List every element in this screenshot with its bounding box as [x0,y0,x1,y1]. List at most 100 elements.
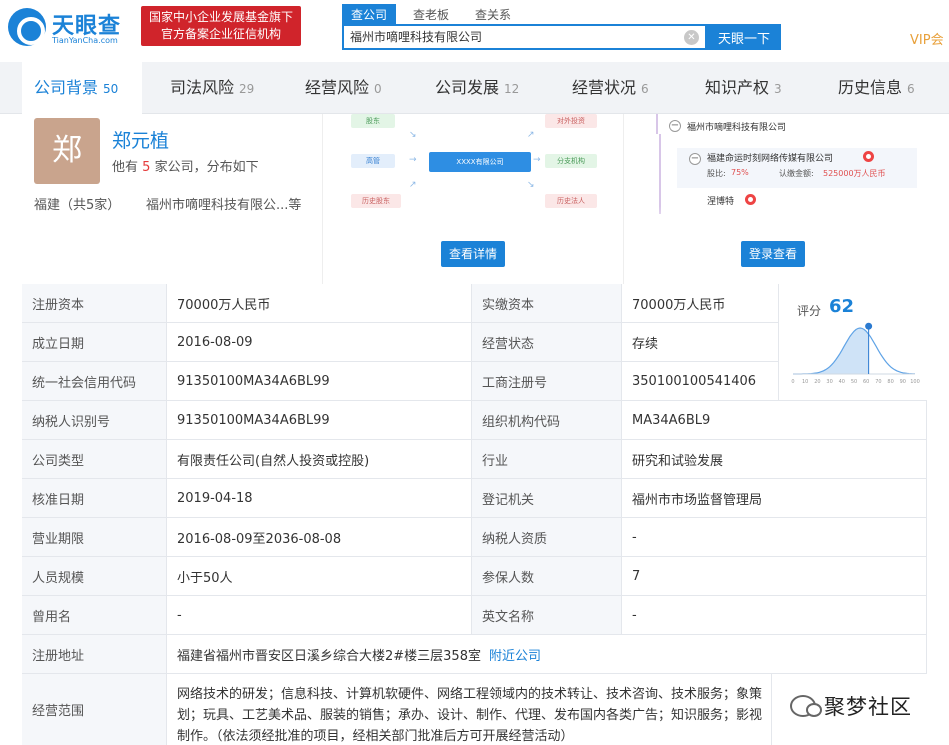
label-taxpayer-id: 纳税人识别号 [22,401,167,440]
tab-business-risk[interactable]: 经营风险 0 [305,62,382,114]
label-english-name: 英文名称 [472,596,622,635]
clear-icon[interactable]: ✕ [684,30,699,45]
search-button[interactable]: 天眼一下 [707,24,781,50]
score-tick-label: 80 [887,379,893,385]
tab-count: 50 [103,82,119,96]
diagram-node-investment: 对外投资 [545,114,597,128]
value-industry: 研究和试验发展 [622,440,927,479]
value-credit-code: 91350100MA34A6BL99 [167,362,472,401]
ratio-value: 75% [731,168,749,177]
arrow-icon: ↘ [409,130,417,140]
score-area [793,328,869,374]
value-registration-authority: 福州市市场监督管理局 [622,479,927,518]
tab-intellectual-property[interactable]: 知识产权 3 [705,62,782,114]
diagram-node-executive: 高管 [351,154,395,168]
label-org-code: 组织机构代码 [472,401,622,440]
score-tick-label: 20 [814,379,820,385]
diagram-node-history-legal: 历史法人 [545,194,597,208]
arrow-icon: ↘ [527,180,535,190]
tree-connector [659,134,661,214]
label-registered-capital: 注册资本 [22,284,167,323]
value-registration-number: 350100100541406 [622,362,779,401]
tab-company-background[interactable]: 公司背景 50 [22,62,142,114]
diagram-node-shareholder: 股东 [351,114,395,128]
section-tabs: 公司背景 50 司法风险 29 经营风险 0 公司发展 12 经营状况 6 知识产权 3 历… [0,62,949,114]
avatar: 郑 [34,118,100,184]
search-tab-company[interactable]: 查公司 [342,4,397,24]
view-details-button[interactable]: 查看详情 [441,241,506,267]
diagram-node-branch: 分支机构 [545,154,597,168]
label-operating-status: 经营状态 [472,323,622,362]
score-tick-label: 70 [875,379,881,385]
vip-link[interactable]: VIP会 [910,29,944,48]
tab-operating-status[interactable]: 经营状况 6 [572,62,649,114]
tab-history-info[interactable]: 历史信息 6 [838,62,915,114]
desc-suffix: 家公司，分布如下 [154,160,259,175]
tab-label: 经营风险 [305,78,370,97]
value-english-name: - [622,596,927,635]
value-established-date: 2016-08-09 [167,323,472,362]
search-tab-boss[interactable]: 查老板 [404,4,458,24]
collapse-icon[interactable]: − [669,120,681,132]
tab-label: 公司发展 [435,78,500,97]
person-region: 福建（共5家） [34,198,121,213]
logo-icon [8,8,46,46]
collapse-icon[interactable]: − [689,153,701,165]
tab-company-development[interactable]: 公司发展 12 [435,62,519,114]
tab-label: 司法风险 [170,78,235,97]
risk-badge-icon [745,194,756,205]
tab-label: 历史信息 [838,78,903,97]
desc-count: 5 [142,160,151,175]
header: 天眼查 TianYanCha.com 国家中小企业发展基金旗下 官方备案企业征信… [0,0,949,62]
value-paid-capital: 70000万人民币 [622,284,779,323]
tree-child: 福建命运时刻网络传媒有限公司 [707,154,834,164]
value-operating-status: 存续 [622,323,779,362]
person-company[interactable]: 福州市嘀哩科技有限公...等 [146,194,301,213]
label-business-term: 营业期限 [22,518,167,557]
nearby-companies-link[interactable]: 附近公司 [489,645,541,664]
tab-count: 12 [504,82,520,96]
person-description: 他有 5 家公司，分布如下 [112,156,259,175]
person-name[interactable]: 郑元植 [112,126,169,153]
value-company-type: 有限责任公司(自然人投资或控股) [167,440,472,479]
tab-label: 公司背景 [34,78,99,97]
value-org-code: MA34A6BL9 [622,401,927,440]
tab-label: 知识产权 [705,78,770,97]
tree-fade [625,206,927,236]
search-tabs: 查公司 查老板 查关系 [342,4,528,24]
value-approval-date: 2019-04-18 [167,479,472,518]
label-insured-count: 参保人数 [472,557,622,596]
tree-connector [656,114,658,134]
arrow-icon: → [409,155,417,165]
score-distribution-chart: 0 10 20 30 40 50 60 70 80 90 100 [791,322,920,385]
capital-value: 525000万人民币 [823,169,886,178]
search-input[interactable] [350,29,680,43]
arrow-icon: ↗ [527,130,535,140]
label-registration-number: 工商注册号 [472,362,622,401]
desc-prefix: 他有 [112,160,139,175]
score-tick-label: 10 [802,379,808,385]
logo-sub: TianYanCha.com [52,36,118,45]
value-registered-address: 福建省福州市晋安区日溪乡综合大楼2#楼三层358室 附近公司 [167,635,927,674]
value-insured-count: 7 [622,557,927,596]
tab-legal-risk[interactable]: 司法风险 29 [170,62,254,114]
score-tick-label: 60 [863,379,869,385]
tab-count: 3 [774,82,782,96]
logo[interactable]: 天眼查 TianYanCha.com [8,6,136,50]
official-banner: 国家中小企业发展基金旗下 官方备案企业征信机构 [141,6,301,46]
enterprise-graph: 股东 高管 历史股东 XXXX有限公司 对外投资 分支机构 历史法人 ↘ → ↗… [322,114,624,284]
ratio-label: 股比: [707,169,726,178]
value-former-name: - [167,596,472,635]
label-former-name: 曾用名 [22,596,167,635]
login-to-view-button[interactable]: 登录查看 [741,241,806,267]
label-paid-capital: 实缴资本 [472,284,622,323]
watermark-text: 聚梦社区 [824,695,912,719]
label-industry: 行业 [472,440,622,479]
tab-count: 6 [907,82,915,96]
address-text: 福建省福州市晋安区日溪乡综合大楼2#楼三层358室 [177,648,481,664]
tab-count: 6 [641,82,649,96]
value-business-term: 2016-08-09至2036-08-08 [167,518,472,557]
search-tab-relation[interactable]: 查关系 [466,4,520,24]
value-taxpayer-id: 91350100MA34A6BL99 [167,401,472,440]
score-tick-label: 50 [851,379,857,385]
